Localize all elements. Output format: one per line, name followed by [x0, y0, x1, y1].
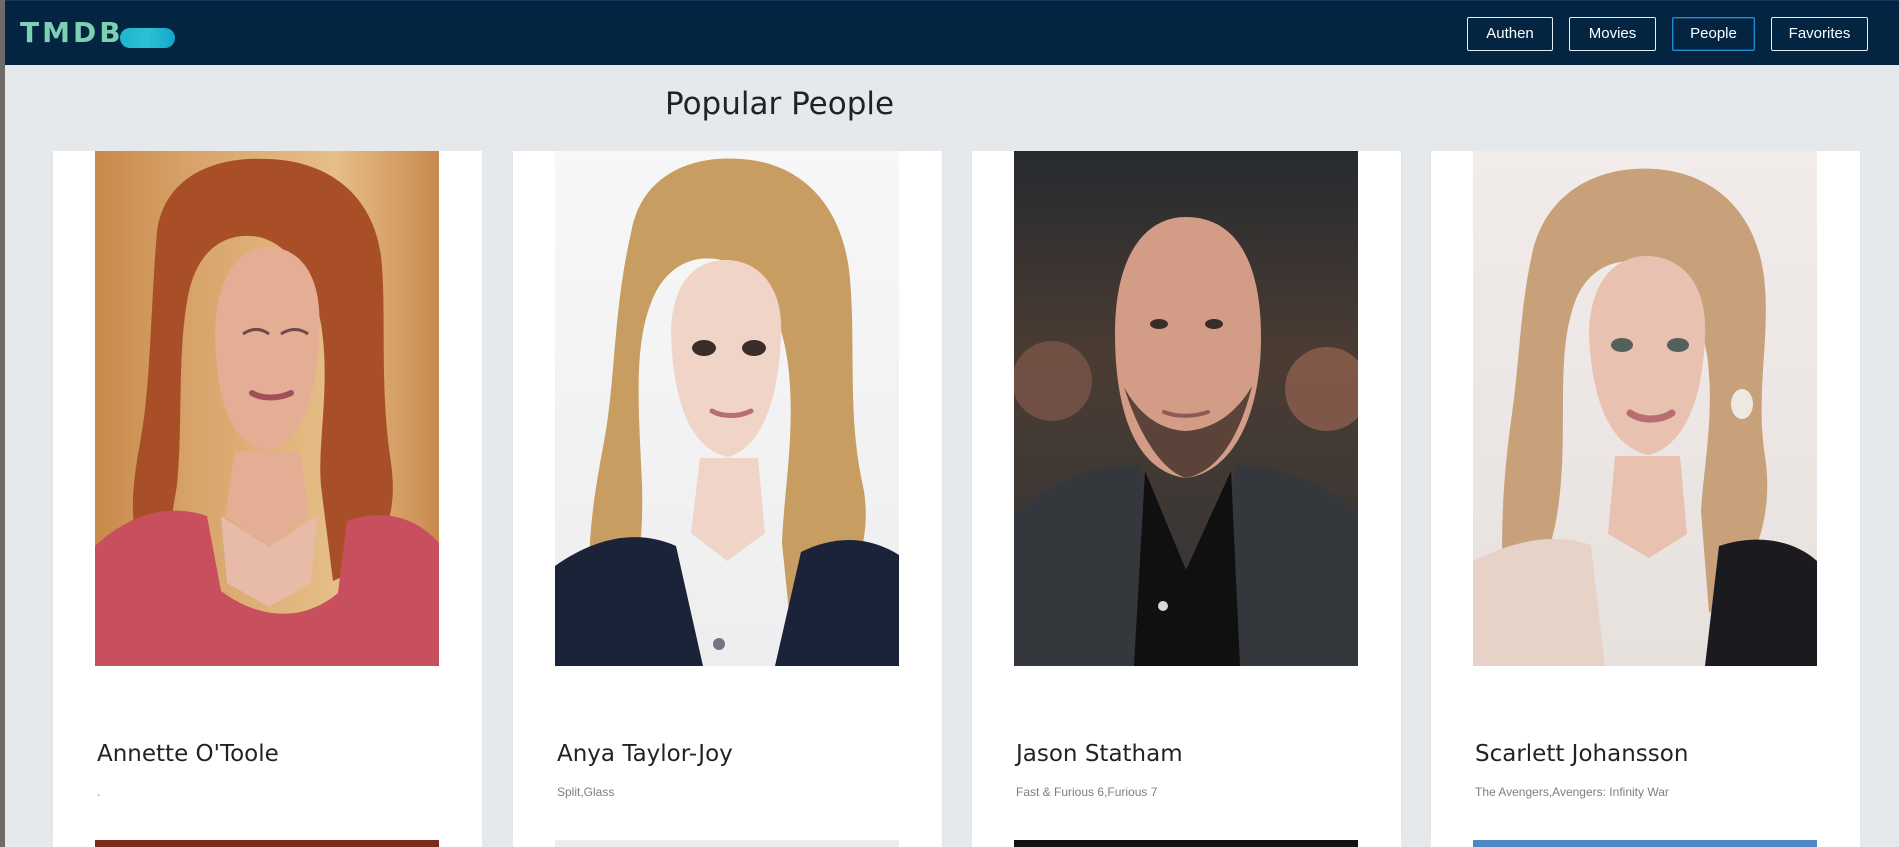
nav-movies-button[interactable]: Movies — [1569, 17, 1656, 51]
person-known-for: Split,Glass — [557, 785, 615, 799]
person-card[interactable]: Jason Statham Fast & Furious 6,Furious 7 — [972, 151, 1401, 837]
person-photo-icon — [1014, 217, 1358, 666]
person-photo-icon — [95, 158, 439, 666]
person-photo-annette[interactable] — [95, 151, 439, 666]
person-known-for: Fast & Furious 6,Furious 7 — [1016, 785, 1158, 799]
person-name[interactable]: Jason Statham — [1016, 741, 1183, 767]
person-photo-icon — [555, 158, 899, 666]
next-row-card[interactable] — [53, 837, 482, 847]
person-card[interactable]: Anya Taylor-Joy Split,Glass — [513, 151, 942, 837]
nav-favorites-button[interactable]: Favorites — [1771, 17, 1868, 51]
next-row-card[interactable] — [972, 837, 1401, 847]
next-row-card[interactable] — [1431, 837, 1860, 847]
nav-authen-button[interactable]: Authen — [1467, 17, 1553, 51]
left-window-edge — [0, 0, 5, 847]
next-row-card[interactable] — [513, 837, 942, 847]
next-row-photo — [1473, 840, 1817, 847]
tmdb-logo-pill — [120, 28, 175, 48]
person-photo-anya[interactable] — [555, 151, 899, 666]
person-name[interactable]: Annette O'Toole — [97, 741, 279, 767]
person-card[interactable]: Scarlett Johansson The Avengers,Avengers… — [1431, 151, 1860, 837]
person-name[interactable]: Scarlett Johansson — [1475, 741, 1688, 767]
next-row-photo — [1014, 840, 1358, 847]
person-photo-scarlett[interactable] — [1473, 151, 1817, 666]
person-card[interactable]: Annette O'Toole . — [53, 151, 482, 837]
nav-people-button[interactable]: People — [1672, 17, 1755, 51]
page-title: Popular People — [665, 86, 895, 122]
tmdb-logo-text[interactable]: TMDB — [20, 19, 124, 47]
top-navbar: TMDB Authen Movies People Favorites — [0, 0, 1899, 65]
person-photo-jason[interactable] — [1014, 151, 1358, 666]
next-row-photo — [555, 840, 899, 847]
next-row-photo — [95, 840, 439, 847]
person-known-for: The Avengers,Avengers: Infinity War — [1475, 785, 1669, 799]
person-known-for: . — [97, 785, 101, 799]
person-photo-icon — [1473, 168, 1817, 666]
person-name[interactable]: Anya Taylor-Joy — [557, 741, 733, 767]
